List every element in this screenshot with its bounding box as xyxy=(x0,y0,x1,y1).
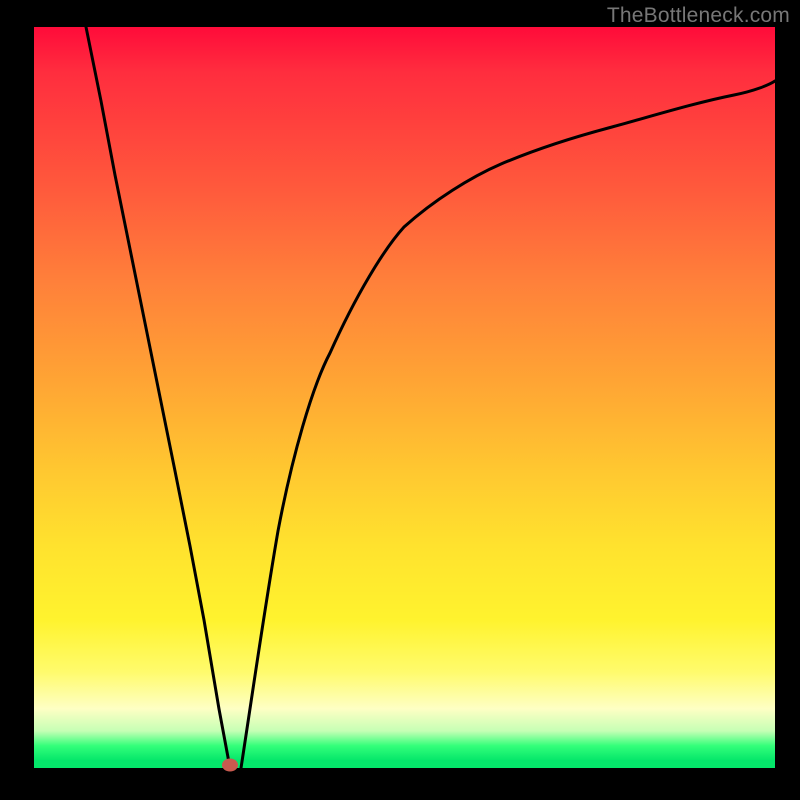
plot-area xyxy=(34,27,775,768)
watermark-text: TheBottleneck.com xyxy=(607,4,790,28)
curve-right-branch xyxy=(241,81,775,768)
optimum-marker xyxy=(222,759,238,772)
curve-left-branch xyxy=(86,27,230,768)
bottleneck-curve xyxy=(34,27,775,768)
chart-frame: TheBottleneck.com xyxy=(0,0,800,800)
